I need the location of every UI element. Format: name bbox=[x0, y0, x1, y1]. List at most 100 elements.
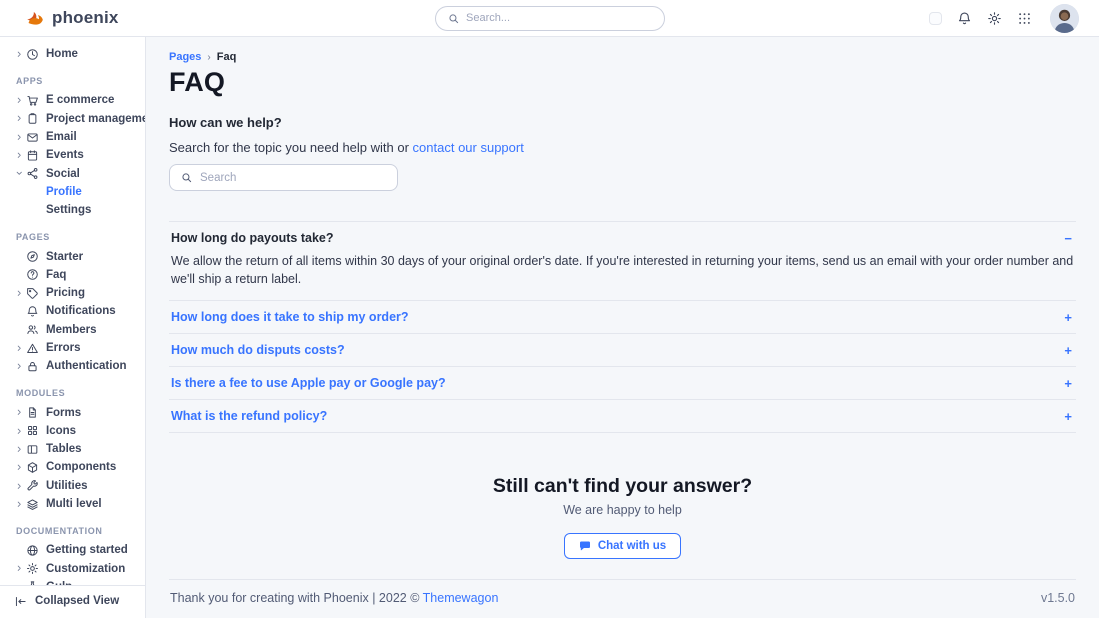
cta-subheading: We are happy to help bbox=[169, 503, 1076, 517]
global-search-input[interactable] bbox=[466, 12, 652, 24]
chevron-right-icon bbox=[16, 134, 26, 141]
globe-icon bbox=[26, 544, 39, 557]
sidebar-item-e-commerce[interactable]: E commerce bbox=[16, 91, 137, 109]
layers-icon bbox=[26, 498, 39, 511]
faq-question: Is there a fee to use Apple pay or Googl… bbox=[171, 376, 446, 390]
theme-toggle[interactable] bbox=[929, 12, 942, 25]
sidebar-item-faq[interactable]: Faq bbox=[16, 266, 137, 284]
faq-question-row[interactable]: What is the refund policy?+ bbox=[171, 409, 1074, 423]
sidebar-item-components[interactable]: Components bbox=[16, 458, 137, 476]
collapsed-view-label: Collapsed View bbox=[35, 595, 119, 607]
sidebar-item-errors[interactable]: Errors bbox=[16, 339, 137, 357]
settings-gear-icon[interactable] bbox=[987, 11, 1002, 26]
sidebar-item-label: Authentication bbox=[46, 360, 127, 372]
sidebar-item-label: E commerce bbox=[46, 94, 114, 106]
sidebar-item-label: Tables bbox=[46, 443, 82, 455]
sidebar-item-icons[interactable]: Icons bbox=[16, 422, 137, 440]
sidebar-item-settings[interactable]: Settings bbox=[16, 201, 137, 219]
grid-icon bbox=[26, 424, 39, 437]
expand-icon[interactable]: + bbox=[1062, 311, 1074, 324]
sidebar-item-pricing[interactable]: Pricing bbox=[16, 284, 137, 302]
faq-search[interactable] bbox=[169, 164, 398, 191]
faq-search-input[interactable] bbox=[200, 172, 386, 184]
search-icon bbox=[448, 13, 459, 24]
chat-with-us-button[interactable]: Chat with us bbox=[564, 533, 681, 559]
expand-icon[interactable]: + bbox=[1062, 344, 1074, 357]
sidebar-item-forms[interactable]: Forms bbox=[16, 403, 137, 421]
chat-bubble-icon bbox=[579, 540, 591, 552]
sidebar-item-label: Project management bbox=[46, 113, 145, 125]
chevron-down-icon bbox=[16, 170, 26, 177]
sidebar-item-notifications[interactable]: Notifications bbox=[16, 302, 137, 320]
sidebar-item-label: Starter bbox=[46, 251, 83, 263]
collapse-icon[interactable]: − bbox=[1062, 232, 1074, 245]
chevron-right-icon bbox=[16, 97, 26, 104]
sidebar-section-label-pages: PAGES bbox=[16, 232, 137, 242]
sidebar-section-label-apps: APPS bbox=[16, 76, 137, 86]
grid9-glyph-icon bbox=[1017, 11, 1032, 26]
sidebar-item-label: Customization bbox=[46, 563, 125, 575]
expand-icon[interactable]: + bbox=[1062, 377, 1074, 390]
faq-question-row[interactable]: How long does it take to ship my order?+ bbox=[171, 310, 1074, 324]
sidebar-item-label: Events bbox=[46, 149, 84, 161]
faq-question-row[interactable]: How long do payouts take?− bbox=[171, 231, 1074, 245]
user-avatar[interactable] bbox=[1050, 4, 1079, 33]
chevron-right-icon bbox=[16, 115, 26, 122]
brand-logo[interactable]: phoenix bbox=[24, 7, 119, 29]
gear-icon bbox=[26, 562, 39, 575]
sidebar-item-email[interactable]: Email bbox=[16, 128, 137, 146]
chevron-glyph bbox=[16, 97, 23, 104]
sidebar-item-home[interactable]: Home bbox=[16, 45, 137, 63]
warning-icon bbox=[26, 342, 39, 355]
sidebar-nav: HomeAPPSE commerceProject managementEmai… bbox=[0, 37, 145, 585]
sidebar-item-gulp[interactable]: Gulp bbox=[16, 578, 137, 585]
sidebar-item-tables[interactable]: Tables bbox=[16, 440, 137, 458]
search-icon bbox=[181, 172, 192, 183]
chevron-glyph bbox=[16, 51, 23, 58]
sidebar-item-authentication[interactable]: Authentication bbox=[16, 357, 137, 375]
sidebar-item-label: Icons bbox=[46, 425, 76, 437]
faq-question-row[interactable]: Is there a fee to use Apple pay or Googl… bbox=[171, 376, 1074, 390]
sidebar-item-multi-level[interactable]: Multi level bbox=[16, 495, 137, 513]
sidebar-item-members[interactable]: Members bbox=[16, 321, 137, 339]
sidebar-item-getting-started[interactable]: Getting started bbox=[16, 541, 137, 559]
sidebar-subitems-social: ProfileSettings bbox=[16, 183, 137, 220]
contact-support-link[interactable]: contact our support bbox=[413, 140, 524, 155]
sidebar-item-utilities[interactable]: Utilities bbox=[16, 477, 137, 495]
sidebar-item-events[interactable]: Events bbox=[16, 146, 137, 164]
sidebar-item-label: Utilities bbox=[46, 480, 88, 492]
expand-icon[interactable]: + bbox=[1062, 410, 1074, 423]
faq-answer: We allow the return of all items within … bbox=[171, 252, 1074, 288]
chevron-glyph bbox=[16, 115, 23, 122]
sidebar-item-project-management[interactable]: Project management bbox=[16, 110, 137, 128]
themewagon-link[interactable]: Themewagon bbox=[423, 591, 499, 605]
cta-section: Still can't find your answer? We are hap… bbox=[169, 475, 1076, 559]
sidebar-item-customization[interactable]: Customization bbox=[16, 560, 137, 578]
table-icon bbox=[26, 443, 39, 456]
chevron-glyph bbox=[16, 428, 23, 435]
global-search[interactable] bbox=[435, 6, 665, 31]
page-footer: Thank you for creating with Phoenix | 20… bbox=[169, 579, 1076, 618]
footer-version: v1.5.0 bbox=[1041, 591, 1075, 605]
faq-item: What is the refund policy?+ bbox=[169, 400, 1076, 433]
breadcrumb-pages-link[interactable]: Pages bbox=[169, 51, 201, 63]
faq-question-row[interactable]: How much do disputs costs?+ bbox=[171, 343, 1074, 357]
sidebar-item-label: Members bbox=[46, 324, 97, 336]
gear-glyph-icon bbox=[987, 11, 1002, 26]
sidebar-item-starter[interactable]: Starter bbox=[16, 247, 137, 265]
chat-button-label: Chat with us bbox=[598, 540, 666, 552]
cta-heading: Still can't find your answer? bbox=[169, 475, 1076, 498]
chevron-glyph bbox=[16, 290, 23, 297]
footer-text: Thank you for creating with Phoenix | 20… bbox=[170, 591, 423, 605]
navbar-actions bbox=[929, 4, 1079, 33]
faq-accordion: How long do payouts take?− We allow the r… bbox=[169, 221, 1076, 433]
clipboard-icon bbox=[26, 112, 39, 125]
page-title: FAQ bbox=[169, 67, 1076, 98]
notifications-bell-icon[interactable] bbox=[957, 11, 972, 26]
sidebar-item-social[interactable]: Social bbox=[16, 164, 137, 182]
sidebar: HomeAPPSE commerceProject managementEmai… bbox=[0, 37, 146, 618]
sidebar-item-profile[interactable]: Profile bbox=[16, 183, 137, 201]
lock-icon bbox=[26, 360, 39, 373]
apps-grid-icon[interactable] bbox=[1017, 11, 1032, 26]
collapsed-view-toggle[interactable]: Collapsed View bbox=[0, 585, 145, 618]
